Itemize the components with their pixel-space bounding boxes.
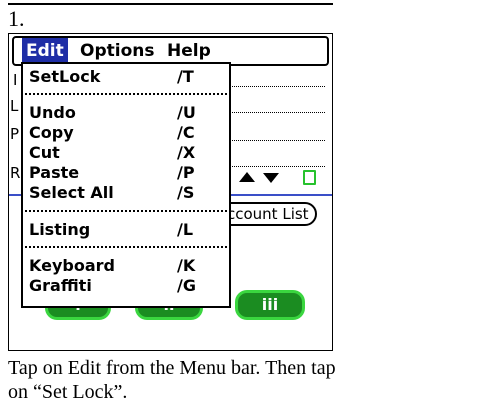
menu-item-shortcut: ∕S (177, 183, 195, 202)
menu-item-label: Copy (29, 123, 74, 142)
menu-item-label: Cut (29, 143, 60, 162)
menu-item-paste[interactable]: Paste ∕P (29, 162, 223, 184)
menu-item-undo[interactable]: Undo ∕U (29, 102, 223, 124)
menu-item-shortcut: ∕K (177, 256, 196, 275)
menu-item-shortcut: ∕G (177, 276, 196, 295)
note-icon[interactable] (303, 170, 316, 185)
field-line (225, 86, 325, 88)
menu-item-keyboard[interactable]: Keyboard ∕K (29, 255, 223, 277)
row-letter: P (10, 125, 20, 143)
field-line (225, 112, 325, 114)
menu-item-label: Select All (29, 183, 114, 202)
row-letter: I (13, 71, 18, 89)
menu-options[interactable]: Options (80, 38, 154, 64)
device-screenshot: I L P R Account List elete i ii iii Edit… (8, 33, 333, 351)
menu-item-shortcut: ∕L (177, 220, 194, 239)
edit-menu-dropdown: SetLock ∕T Undo ∕U Copy ∕C Cut ∕X Paste … (21, 62, 231, 308)
step-number: 1. (8, 6, 25, 31)
menu-item-shortcut: ∕P (177, 163, 195, 182)
menu-item-label: Undo (29, 103, 76, 122)
menu-separator (25, 246, 227, 248)
menu-item-label: Graffiti (29, 276, 92, 295)
menu-edit[interactable]: Edit (22, 38, 68, 64)
menu-item-label: Listing (29, 220, 91, 239)
menu-item-shortcut: ∕U (177, 103, 196, 122)
menu-item-shortcut: ∕T (177, 67, 194, 86)
row-letter: R (10, 164, 21, 182)
menu-help[interactable]: Help (167, 38, 211, 64)
menu-item-shortcut: ∕C (177, 123, 195, 142)
menu-item-label: Keyboard (29, 256, 115, 275)
top-rule (8, 3, 333, 5)
menu-item-copy[interactable]: Copy ∕C (29, 122, 223, 144)
menu-item-select-all[interactable]: Select All ∕S (29, 182, 223, 204)
menu-item-cut[interactable]: Cut ∕X (29, 142, 223, 164)
menu-item-label: Paste (29, 163, 80, 182)
menu-item-setlock[interactable]: SetLock ∕T (29, 66, 223, 88)
field-line (225, 166, 325, 168)
menu-separator (25, 210, 227, 212)
button-iii[interactable]: iii (235, 290, 305, 320)
scroll-up-icon[interactable] (239, 172, 255, 182)
instruction-caption: Tap on Edit from the Menu bar. Then tap … (8, 357, 336, 403)
row-letter: L (10, 97, 19, 115)
scroll-down-icon[interactable] (263, 173, 279, 183)
menu-item-shortcut: ∕X (177, 143, 196, 162)
menu-item-graffiti[interactable]: Graffiti ∕G (29, 275, 223, 297)
menu-item-label: SetLock (29, 67, 101, 86)
menu-separator (25, 93, 227, 95)
field-line (225, 140, 325, 142)
menu-item-listing[interactable]: Listing ∕L (29, 219, 223, 241)
